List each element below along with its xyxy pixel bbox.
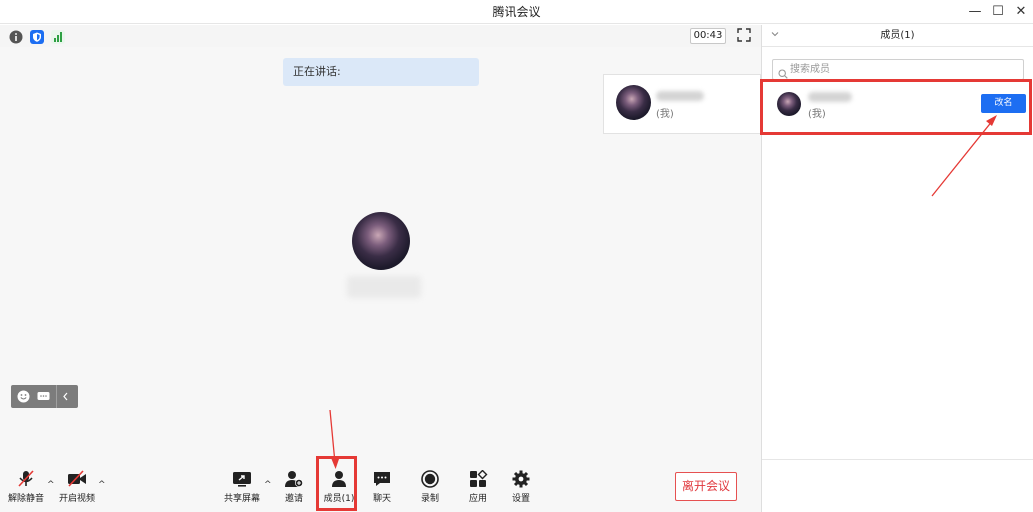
apps-label: 应用: [468, 494, 487, 504]
start-video-button[interactable]: 开启视频: [56, 470, 98, 504]
chat-label: 聊天: [372, 494, 391, 504]
shield-icon[interactable]: [30, 29, 44, 44]
center-name-redacted: [347, 276, 421, 298]
leave-meeting-button[interactable]: 离开会议: [675, 472, 737, 501]
search-icon: [778, 64, 788, 79]
invite-label: 邀请: [284, 494, 303, 504]
audio-options-chevron-icon[interactable]: ^: [47, 480, 55, 490]
chevron-left-icon[interactable]: [59, 390, 72, 403]
chat-bubble-icon[interactable]: [37, 390, 50, 403]
record-label: 录制: [420, 494, 439, 504]
emoji-icon[interactable]: [17, 390, 30, 403]
center-avatar: [352, 212, 410, 270]
unmute-label: 解除静音: [7, 494, 44, 504]
mini-toolbar-divider: [56, 385, 57, 408]
annotation-box-member-row: [760, 79, 1032, 135]
speaking-indicator: 正在讲话:: [283, 58, 479, 86]
start-video-label: 开启视频: [58, 494, 95, 504]
search-input[interactable]: [790, 61, 1020, 78]
meeting-timer: 00:43: [690, 28, 726, 44]
fullscreen-icon[interactable]: [737, 27, 751, 42]
members-panel-title: 成员(1): [880, 30, 915, 41]
settings-label: 设置: [511, 494, 530, 504]
window-title: 腾讯会议: [492, 5, 541, 19]
panel-divider: [762, 459, 1033, 460]
minimize-button[interactable]: —: [966, 3, 984, 21]
share-screen-label: 共享屏幕: [223, 494, 260, 504]
meeting-status-bar: [0, 25, 761, 47]
chat-button[interactable]: 聊天: [366, 470, 398, 504]
apps-button[interactable]: 应用: [462, 470, 494, 504]
invite-button[interactable]: 邀请: [279, 470, 309, 504]
annotation-box-members-button: [316, 456, 357, 511]
signal-icon[interactable]: [51, 29, 65, 44]
record-button[interactable]: 录制: [414, 470, 446, 504]
unmute-button[interactable]: 解除静音: [6, 470, 46, 504]
avatar: [616, 85, 651, 120]
info-icon[interactable]: [9, 29, 23, 44]
share-screen-button[interactable]: 共享屏幕: [222, 470, 262, 504]
member-name-redacted: [656, 91, 704, 101]
video-options-chevron-icon[interactable]: ^: [98, 480, 106, 490]
me-tag: (我): [656, 109, 674, 120]
share-options-chevron-icon[interactable]: ^: [264, 480, 272, 490]
maximize-button[interactable]: ☐: [989, 3, 1007, 21]
settings-button[interactable]: 设置: [505, 470, 537, 504]
close-button[interactable]: ✕: [1012, 3, 1030, 21]
